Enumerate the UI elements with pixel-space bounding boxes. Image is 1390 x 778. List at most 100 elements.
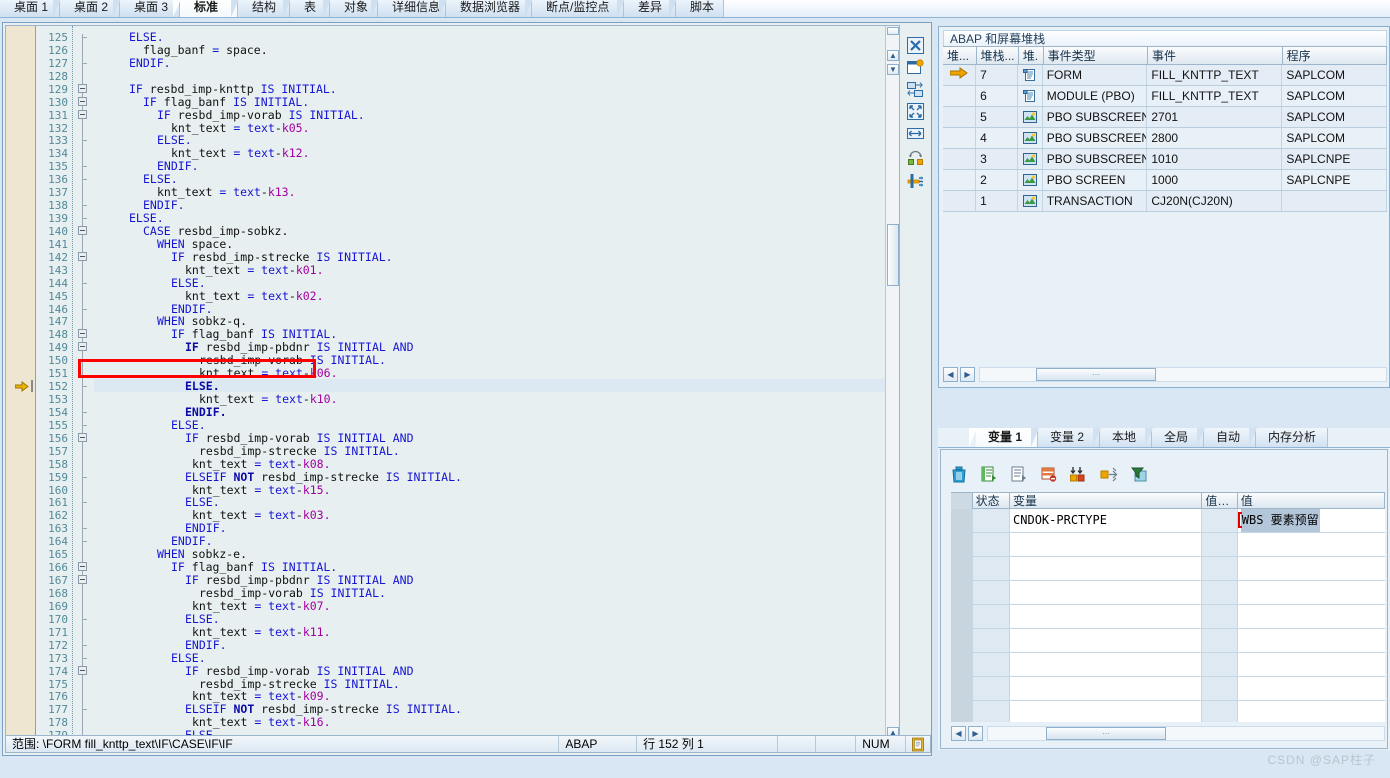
variables-empty-cell[interactable] bbox=[1202, 677, 1238, 700]
tab-2[interactable]: 桌面 3 bbox=[113, 0, 180, 17]
stack-column-header[interactable]: 堆栈... bbox=[977, 47, 1019, 65]
fold-toggle-icon[interactable] bbox=[78, 329, 87, 339]
stack-scroll-right[interactable]: ▶ bbox=[960, 367, 975, 382]
variables-empty-cell[interactable] bbox=[1010, 701, 1203, 722]
code-line[interactable]: knt_text = text-k01. bbox=[185, 263, 324, 277]
fold-toggle-icon[interactable] bbox=[78, 225, 87, 235]
variables-empty-cell[interactable] bbox=[1010, 653, 1203, 676]
stack-table-row[interactable]: 4 PBO SUBSCREEN 2800 SAPLCOM bbox=[943, 128, 1387, 149]
variables-empty-cell[interactable] bbox=[1202, 629, 1238, 652]
variables-empty-cell[interactable] bbox=[972, 629, 1011, 652]
variables-empty-cell[interactable] bbox=[1010, 533, 1203, 556]
variables-empty-cell[interactable] bbox=[1237, 581, 1385, 604]
variables-empty-cell[interactable] bbox=[1202, 605, 1238, 628]
width-icon[interactable] bbox=[904, 123, 926, 143]
scroll-thumb[interactable] bbox=[887, 224, 899, 286]
tab-9[interactable]: 断点/监控点 bbox=[525, 0, 624, 17]
variables-grid[interactable]: 状态 变量 值… 值 CNDOK-PRCTYPE WBS 要素预留 bbox=[951, 492, 1385, 722]
fold-toggle-icon[interactable] bbox=[78, 251, 87, 261]
stack-column-header[interactable]: 事件类型 bbox=[1044, 47, 1148, 65]
new-window-icon[interactable] bbox=[904, 57, 926, 77]
variables-empty-cell[interactable] bbox=[951, 701, 973, 722]
stack-table-row[interactable]: 2 PBO SCREEN 1000 SAPLCNPE bbox=[943, 170, 1387, 191]
variables-empty-row[interactable] bbox=[951, 605, 1385, 629]
variables-empty-cell[interactable] bbox=[1202, 557, 1238, 580]
variables-empty-cell[interactable] bbox=[951, 557, 973, 580]
variables-tab-0[interactable]: 变量 1 bbox=[969, 428, 1038, 447]
stack-table-row[interactable]: 3 PBO SUBSCREEN 1010 SAPLCNPE bbox=[943, 149, 1387, 170]
variables-empty-cell[interactable] bbox=[1202, 533, 1238, 556]
variables-empty-cell[interactable] bbox=[1237, 605, 1385, 628]
transfer-icon[interactable] bbox=[904, 79, 926, 99]
variables-empty-cell[interactable] bbox=[972, 677, 1011, 700]
variables-empty-cell[interactable] bbox=[1237, 533, 1385, 556]
code-line[interactable]: knt_text = text-k05. bbox=[171, 121, 310, 135]
variables-empty-row[interactable] bbox=[951, 629, 1385, 653]
variables-empty-row[interactable] bbox=[951, 677, 1385, 701]
variables-empty-row[interactable] bbox=[951, 581, 1385, 605]
variables-column-header[interactable]: 变量 bbox=[1010, 493, 1203, 509]
variables-empty-cell[interactable] bbox=[1202, 653, 1238, 676]
variables-empty-row[interactable] bbox=[951, 557, 1385, 581]
stack-scroll-left[interactable]: ◀ bbox=[943, 367, 958, 382]
stack-column-header[interactable]: 堆... bbox=[943, 47, 977, 65]
scroll-top-box[interactable] bbox=[887, 27, 899, 35]
variables-empty-cell[interactable] bbox=[972, 557, 1011, 580]
variables-empty-row[interactable] bbox=[951, 533, 1385, 557]
copy-row-icon[interactable] bbox=[1009, 464, 1029, 484]
settings-icon[interactable] bbox=[904, 171, 926, 191]
variables-column-header[interactable]: 值… bbox=[1202, 493, 1238, 509]
tab-7[interactable]: 详细信息 bbox=[371, 0, 446, 17]
tab-1[interactable]: 桌面 2 bbox=[53, 0, 120, 17]
variables-empty-cell[interactable] bbox=[1010, 605, 1203, 628]
variables-empty-cell[interactable] bbox=[1237, 629, 1385, 652]
variables-empty-cell[interactable] bbox=[972, 581, 1011, 604]
tab-11[interactable]: 脚本 bbox=[669, 0, 724, 17]
code-line[interactable]: ENDIF. bbox=[129, 56, 171, 70]
stack-scroll-track[interactable]: ⋯ bbox=[979, 367, 1387, 382]
variables-scroll-right[interactable]: ▶ bbox=[968, 726, 983, 741]
variables-scroll-left[interactable]: ◀ bbox=[951, 726, 966, 741]
scroll-down-arrow[interactable]: ▼ bbox=[887, 64, 899, 75]
fold-toggle-icon[interactable] bbox=[78, 109, 87, 119]
stack-column-header[interactable]: 事件 bbox=[1148, 47, 1283, 65]
stack-table-row[interactable]: 1 TRANSACTION CJ20N(CJ20N) bbox=[943, 191, 1387, 212]
code-text-area[interactable]: ELSE. flag_banf = space. ENDIF. IF resbd_im… bbox=[94, 26, 899, 752]
tab-0[interactable]: 桌面 1 bbox=[0, 0, 60, 17]
cancel-icon[interactable] bbox=[904, 35, 926, 55]
swap-icon[interactable] bbox=[904, 147, 926, 167]
variables-empty-cell[interactable] bbox=[972, 533, 1011, 556]
variables-horizontal-scrollbar[interactable]: ◀ ▶ ⋯ bbox=[951, 725, 1385, 742]
code-folding-column[interactable] bbox=[72, 26, 94, 752]
variable-value[interactable]: WBS 要素预留 bbox=[1237, 509, 1385, 532]
variables-tab-1[interactable]: 变量 2 bbox=[1031, 428, 1100, 447]
fold-toggle-icon[interactable] bbox=[78, 665, 87, 675]
collapse-all-icon[interactable] bbox=[1069, 464, 1089, 484]
variables-empty-cell[interactable] bbox=[1010, 581, 1203, 604]
variables-empty-cell[interactable] bbox=[972, 701, 1011, 722]
variables-empty-cell[interactable] bbox=[1010, 629, 1203, 652]
variables-empty-row[interactable] bbox=[951, 701, 1385, 722]
variable-name[interactable]: CNDOK-PRCTYPE bbox=[1010, 509, 1203, 532]
variables-empty-cell[interactable] bbox=[1202, 701, 1238, 722]
code-vertical-scrollbar[interactable]: ▲ ▼ ▲ ▼ bbox=[885, 26, 899, 752]
tab-8[interactable]: 数据浏览器 bbox=[439, 0, 532, 17]
delete-icon[interactable] bbox=[949, 464, 969, 484]
variables-scroll-thumb[interactable]: ⋯ bbox=[1046, 727, 1166, 740]
variables-empty-cell[interactable] bbox=[1010, 557, 1203, 580]
variables-column-header[interactable]: 状态 bbox=[973, 493, 1011, 509]
variables-empty-cell[interactable] bbox=[1237, 701, 1385, 722]
variables-empty-cell[interactable] bbox=[951, 581, 973, 604]
variables-empty-cell[interactable] bbox=[951, 605, 973, 628]
variables-empty-cell[interactable] bbox=[1237, 653, 1385, 676]
stack-table-row[interactable]: 7 FORM FILL_KNTTP_TEXT SAPLCOM bbox=[943, 65, 1387, 86]
fold-toggle-icon[interactable] bbox=[78, 432, 87, 442]
variables-empty-cell[interactable] bbox=[951, 533, 973, 556]
clipboard-icon[interactable] bbox=[906, 736, 930, 752]
variables-scroll-track[interactable]: ⋯ bbox=[987, 726, 1385, 741]
stack-table-row[interactable]: 5 PBO SUBSCREEN 2701 SAPLCOM bbox=[943, 107, 1387, 128]
variables-empty-row[interactable] bbox=[951, 653, 1385, 677]
tab-3[interactable]: 标准 bbox=[173, 0, 238, 17]
variables-column-header[interactable] bbox=[951, 493, 973, 509]
remove-row-icon[interactable] bbox=[1039, 464, 1059, 484]
